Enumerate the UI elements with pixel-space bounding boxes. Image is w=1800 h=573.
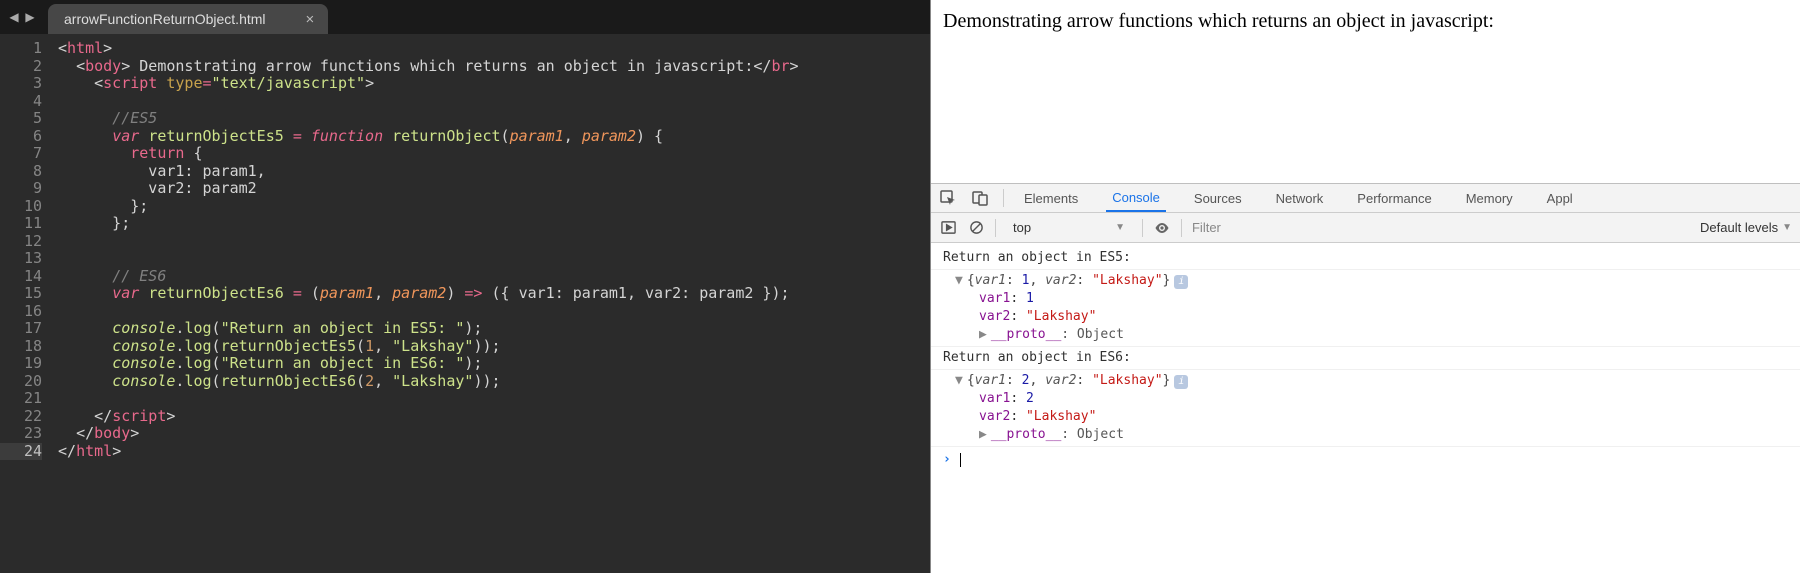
console-log-object[interactable]: ▼{var1: 2, var2: "Lakshay"}ivar1: 2var2:… — [931, 370, 1800, 447]
info-badge-icon[interactable]: i — [1174, 375, 1188, 389]
nav-back-icon[interactable]: ◀ — [6, 5, 22, 29]
separator — [1003, 189, 1004, 207]
devtools-tab-elements[interactable]: Elements — [1018, 184, 1084, 212]
filter-input[interactable] — [1192, 220, 1382, 235]
nav-forward-icon[interactable]: ▶ — [22, 5, 38, 29]
filter-input-wrap — [1192, 220, 1382, 235]
chevron-down-icon: ▼ — [1115, 222, 1125, 233]
devtools-tabs: Elements Console Sources Network Performance… — [1018, 184, 1579, 212]
context-value: top — [1013, 220, 1031, 235]
text-cursor — [960, 453, 961, 467]
live-expression-icon[interactable] — [939, 219, 957, 237]
devtools: Elements Console Sources Network Performance… — [931, 183, 1800, 573]
separator — [1181, 219, 1182, 237]
browser-pane: Demonstrating arrow functions which retu… — [930, 0, 1800, 573]
disclosure-right-icon[interactable]: ▶ — [979, 326, 987, 344]
editor-tab[interactable]: arrowFunctionReturnObject.html × — [48, 4, 328, 34]
inspect-icon[interactable] — [939, 189, 957, 207]
line-gutter: 123456789101112131415161718192021222324 — [0, 34, 50, 573]
context-selector[interactable]: top ▼ — [1006, 217, 1132, 238]
console-log-text: Return an object in ES6: — [931, 347, 1800, 370]
devtools-tab-performance[interactable]: Performance — [1351, 184, 1437, 212]
console-toolbar: top ▼ Default levels ▼ — [931, 213, 1800, 243]
page-heading: Demonstrating arrow functions which retu… — [943, 10, 1494, 32]
devtools-tab-memory[interactable]: Memory — [1460, 184, 1519, 212]
code-area[interactable]: 123456789101112131415161718192021222324 … — [0, 34, 930, 573]
editor-tab-bar: ◀ ▶ arrowFunctionReturnObject.html × — [0, 0, 930, 34]
info-badge-icon[interactable]: i — [1174, 275, 1188, 289]
device-toggle-icon[interactable] — [971, 189, 989, 207]
prompt-caret-icon: › — [943, 451, 951, 469]
levels-label: Default levels — [1700, 220, 1778, 235]
eye-icon[interactable] — [1153, 219, 1171, 237]
devtools-tab-sources[interactable]: Sources — [1188, 184, 1248, 212]
chevron-down-icon: ▼ — [1782, 222, 1792, 233]
code-editor: ◀ ▶ arrowFunctionReturnObject.html × 123… — [0, 0, 930, 573]
devtools-tab-network[interactable]: Network — [1270, 184, 1330, 212]
editor-tab-title: arrowFunctionReturnObject.html — [64, 11, 266, 27]
devtools-tab-console[interactable]: Console — [1106, 184, 1166, 212]
code-lines[interactable]: <html> <body> Demonstrating arrow functi… — [50, 34, 930, 573]
disclosure-down-icon[interactable]: ▼ — [955, 372, 963, 390]
console-prompt[interactable]: › — [931, 447, 1800, 473]
page-content: Demonstrating arrow functions which retu… — [931, 0, 1800, 183]
log-levels-selector[interactable]: Default levels ▼ — [1700, 220, 1792, 235]
devtools-tab-appl[interactable]: Appl — [1541, 184, 1579, 212]
console-output[interactable]: Return an object in ES5: ▼{var1: 1, var2… — [931, 243, 1800, 573]
separator — [1142, 219, 1143, 237]
console-log-object[interactable]: ▼{var1: 1, var2: "Lakshay"}ivar1: 1var2:… — [931, 270, 1800, 347]
disclosure-down-icon[interactable]: ▼ — [955, 272, 963, 290]
close-icon[interactable]: × — [306, 11, 315, 28]
devtools-tab-bar: Elements Console Sources Network Performance… — [931, 184, 1800, 213]
separator — [995, 219, 996, 237]
disclosure-right-icon[interactable]: ▶ — [979, 426, 987, 444]
console-log-text: Return an object in ES5: — [931, 247, 1800, 270]
clear-console-icon[interactable] — [967, 219, 985, 237]
